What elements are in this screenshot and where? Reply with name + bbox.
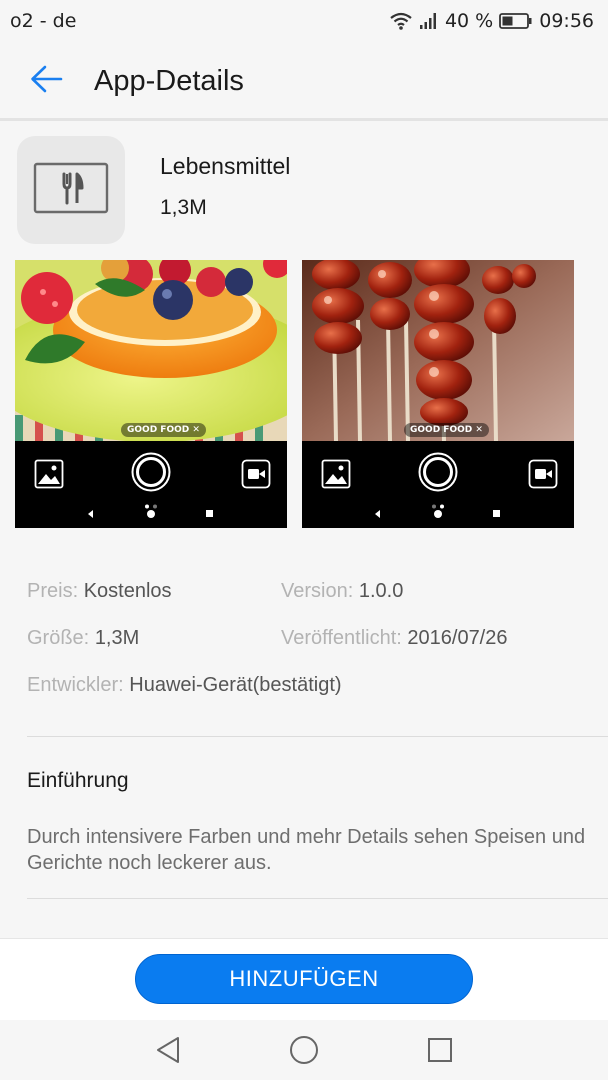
intro-divider xyxy=(27,898,608,899)
app-bar: App-Details xyxy=(0,42,608,120)
size-label: Größe: xyxy=(27,627,90,649)
status-bar: o2 - de 40 % 09:56 xyxy=(0,0,608,42)
video-icon xyxy=(241,459,271,494)
size-value: 1,3M xyxy=(94,627,140,649)
back-button[interactable] xyxy=(0,42,94,120)
version-label: Version: xyxy=(281,580,354,602)
camera-controls xyxy=(15,441,287,528)
nav-recents-icon[interactable] xyxy=(426,1036,454,1064)
shutter-icon xyxy=(131,452,171,497)
app-icon xyxy=(17,136,125,244)
price-value: Kostenlos xyxy=(83,580,172,602)
video-icon xyxy=(528,459,558,494)
signal-icon xyxy=(419,12,439,30)
app-size: 1,3M xyxy=(160,196,207,219)
published-row: Veröffentlicht: 2016/07/26 xyxy=(281,627,508,650)
published-value: 2016/07/26 xyxy=(407,627,508,649)
developer-value: Huawei-Gerät(bestätigt) xyxy=(129,674,342,696)
gallery-icon xyxy=(321,459,351,494)
nav-back-icon[interactable] xyxy=(154,1035,182,1065)
watermark-label: GOOD FOOD ✕ xyxy=(404,423,489,437)
version-value: 1.0.0 xyxy=(358,580,404,602)
details-divider xyxy=(27,736,608,737)
intro-title: Einführung xyxy=(27,769,129,792)
screenshot-2[interactable]: GOOD FOOD ✕ xyxy=(302,260,574,528)
developer-label: Entwickler: xyxy=(27,674,124,696)
price-label: Preis: xyxy=(27,580,79,602)
camera-controls xyxy=(302,441,574,528)
nav-home-icon[interactable] xyxy=(289,1035,319,1065)
page-title: App-Details xyxy=(94,64,244,97)
gallery-icon xyxy=(34,459,64,494)
fruit-photo xyxy=(15,260,287,441)
shutter-icon xyxy=(418,452,458,497)
carrier-label: o2 - de xyxy=(10,10,77,32)
wifi-icon xyxy=(389,12,413,30)
price-row: Preis: Kostenlos xyxy=(27,580,172,603)
size-row: Größe: 1,3M xyxy=(27,627,139,650)
status-icons: 40 % 09:56 xyxy=(389,10,594,32)
battery-icon xyxy=(499,12,533,30)
add-button[interactable]: HINZUFÜGEN xyxy=(135,954,473,1004)
published-label: Veröffentlicht: xyxy=(281,627,402,649)
mini-nav-icons xyxy=(87,507,213,525)
fork-knife-icon xyxy=(33,162,109,219)
candied-fruit-photo xyxy=(302,260,574,441)
header-divider xyxy=(0,118,608,121)
intro-text: Durch intensivere Farben und mehr Detail… xyxy=(27,826,586,874)
arrow-left-icon xyxy=(31,64,63,99)
developer-row: Entwickler: Huawei-Gerät(bestätigt) xyxy=(27,674,342,697)
mini-nav-icons xyxy=(374,507,500,525)
battery-percent: 40 % xyxy=(444,10,494,32)
watermark-label: GOOD FOOD ✕ xyxy=(121,423,206,437)
clock: 09:56 xyxy=(539,10,594,32)
version-row: Version: 1.0.0 xyxy=(281,580,403,603)
screenshot-1[interactable]: GOOD FOOD ✕ xyxy=(15,260,287,528)
system-nav-bar xyxy=(0,1020,608,1080)
app-name: Lebensmittel xyxy=(160,153,291,179)
